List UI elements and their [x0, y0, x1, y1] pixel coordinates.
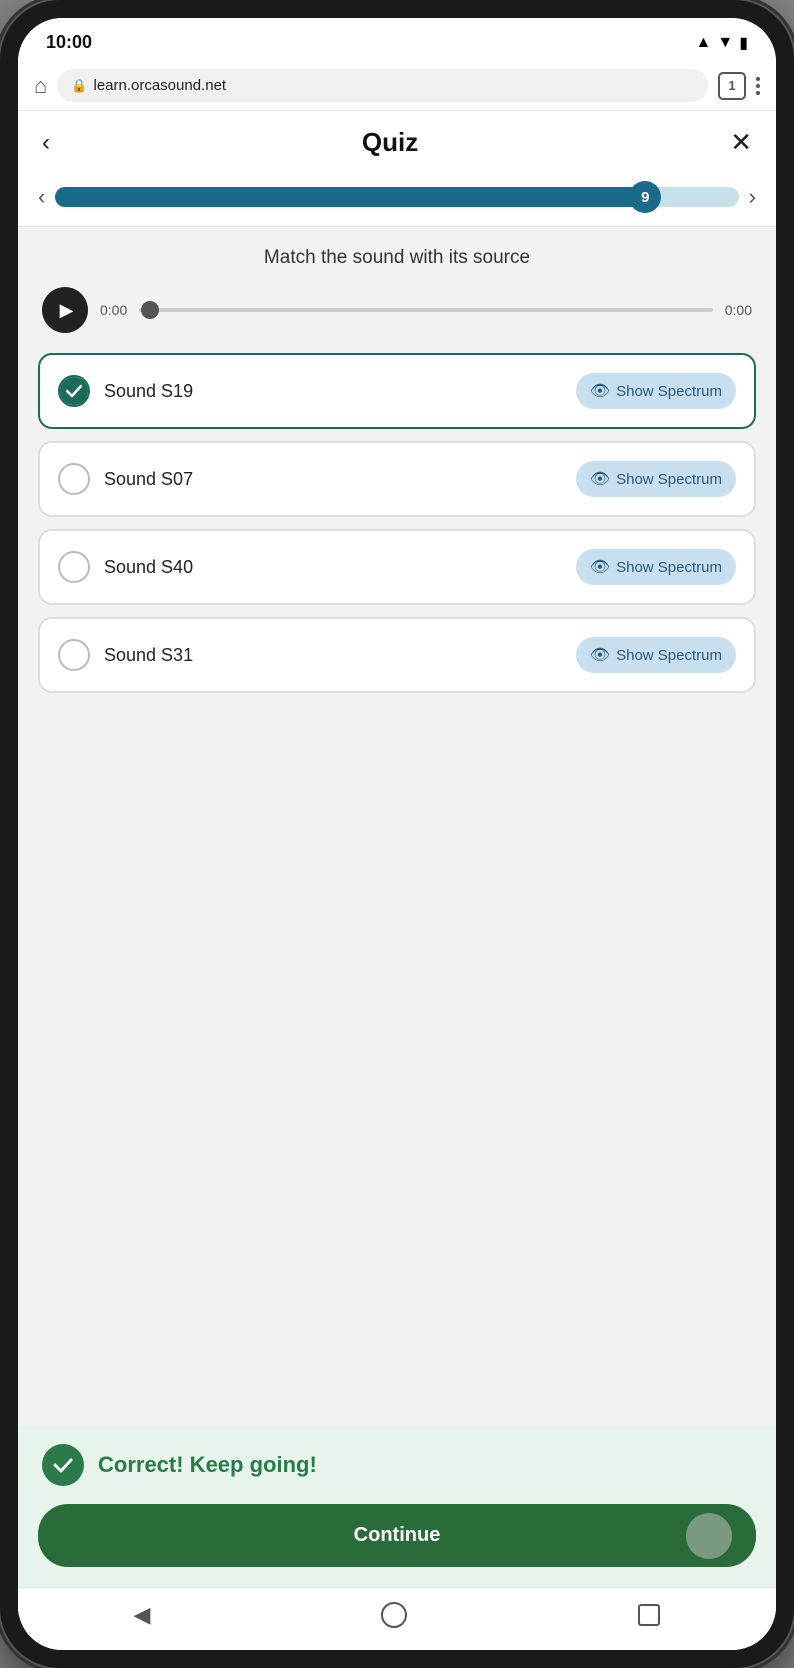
quiz-title: Quiz [362, 127, 418, 158]
option-label-s31: Sound S31 [104, 645, 562, 666]
show-spectrum-button-s19[interactable]: 👁 Show Spectrum [576, 373, 736, 409]
quiz-back-button[interactable]: ‹ [42, 129, 50, 157]
nav-back-button[interactable]: ◀ [134, 1602, 151, 1628]
quiz-body: Match the sound with its source ▶ 0:00 0… [18, 227, 776, 1426]
signal-icon: ▲ [696, 34, 712, 52]
content-area: ‹ Quiz ✕ ‹ 9 › Match the sound with its … [18, 111, 776, 1650]
audio-player: ▶ 0:00 0:00 [38, 287, 756, 333]
phone-screen: 10:00 ▲ ▼ ▮ ⌂ 🔒 learn.orcasound.net 1 [18, 18, 776, 1650]
continue-label: Continue [354, 1524, 441, 1547]
eye-icon: 👁 [590, 557, 610, 577]
browser-home-button[interactable]: ⌂ [34, 73, 47, 99]
status-icons: ▲ ▼ ▮ [696, 33, 749, 53]
status-bar: 10:00 ▲ ▼ ▮ [18, 18, 776, 61]
nav-recents-button[interactable] [638, 1604, 660, 1626]
menu-dot [756, 84, 760, 88]
browser-tab-button[interactable]: 1 [718, 72, 746, 100]
browser-menu-button[interactable] [756, 77, 760, 95]
option-label-s40: Sound S40 [104, 557, 562, 578]
correct-check-icon [42, 1444, 84, 1486]
menu-dot [756, 91, 760, 95]
eye-icon: 👁 [590, 469, 610, 489]
continue-button[interactable]: Continue [38, 1504, 756, 1567]
audio-knob[interactable] [141, 301, 159, 319]
audio-slider[interactable] [139, 308, 713, 312]
show-spectrum-button-s31[interactable]: 👁 Show Spectrum [576, 637, 736, 673]
bottom-nav: ◀ [18, 1587, 776, 1650]
quiz-header: ‹ Quiz ✕ [18, 111, 776, 174]
show-spectrum-label-s19: Show Spectrum [616, 383, 722, 400]
radio-s07 [58, 463, 90, 495]
url-text: learn.orcasound.net [93, 77, 226, 94]
phone-frame: 10:00 ▲ ▼ ▮ ⌂ 🔒 learn.orcasound.net 1 [0, 0, 794, 1668]
play-icon: ▶ [60, 300, 74, 321]
show-spectrum-label-s07: Show Spectrum [616, 471, 722, 488]
nav-home-button[interactable] [381, 1602, 407, 1628]
menu-dot [756, 77, 760, 81]
answer-option-s31[interactable]: Sound S31 👁 Show Spectrum [38, 617, 756, 693]
progress-bar: 9 [55, 187, 738, 207]
play-button[interactable]: ▶ [42, 287, 88, 333]
answer-option-s19[interactable]: Sound S19 👁 Show Spectrum [38, 353, 756, 429]
progress-fill [55, 187, 656, 207]
eye-icon: 👁 [590, 645, 610, 665]
audio-time-left: 0:00 [100, 302, 127, 318]
audio-time-right: 0:00 [725, 302, 752, 318]
progress-next-button[interactable]: › [749, 184, 756, 210]
radio-s31 [58, 639, 90, 671]
quiz-question: Match the sound with its source [38, 247, 756, 269]
show-spectrum-label-s31: Show Spectrum [616, 647, 722, 664]
show-spectrum-button-s07[interactable]: 👁 Show Spectrum [576, 461, 736, 497]
browser-bar: ⌂ 🔒 learn.orcasound.net 1 [18, 61, 776, 111]
show-spectrum-label-s40: Show Spectrum [616, 559, 722, 576]
lock-icon: 🔒 [71, 78, 87, 94]
answer-option-s07[interactable]: Sound S07 👁 Show Spectrum [38, 441, 756, 517]
progress-step: 9 [629, 181, 661, 213]
progress-prev-button[interactable]: ‹ [38, 184, 45, 210]
answer-option-s40[interactable]: Sound S40 👁 Show Spectrum [38, 529, 756, 605]
correct-message: Correct! Keep going! [98, 1452, 317, 1478]
radio-s40 [58, 551, 90, 583]
option-label-s19: Sound S19 [104, 381, 562, 402]
continue-section: Continue [18, 1504, 776, 1587]
correct-banner: Correct! Keep going! [18, 1426, 776, 1504]
eye-icon: 👁 [590, 381, 610, 401]
show-spectrum-button-s40[interactable]: 👁 Show Spectrum [576, 549, 736, 585]
wifi-icon: ▼ [717, 34, 733, 52]
status-time: 10:00 [46, 32, 92, 53]
tab-count: 1 [728, 78, 735, 93]
battery-icon: ▮ [739, 33, 748, 53]
option-label-s07: Sound S07 [104, 469, 562, 490]
radio-s19 [58, 375, 90, 407]
quiz-close-button[interactable]: ✕ [730, 127, 752, 158]
continue-ripple [686, 1513, 732, 1559]
browser-url-bar[interactable]: 🔒 learn.orcasound.net [57, 69, 708, 102]
progress-section: ‹ 9 › [18, 174, 776, 227]
